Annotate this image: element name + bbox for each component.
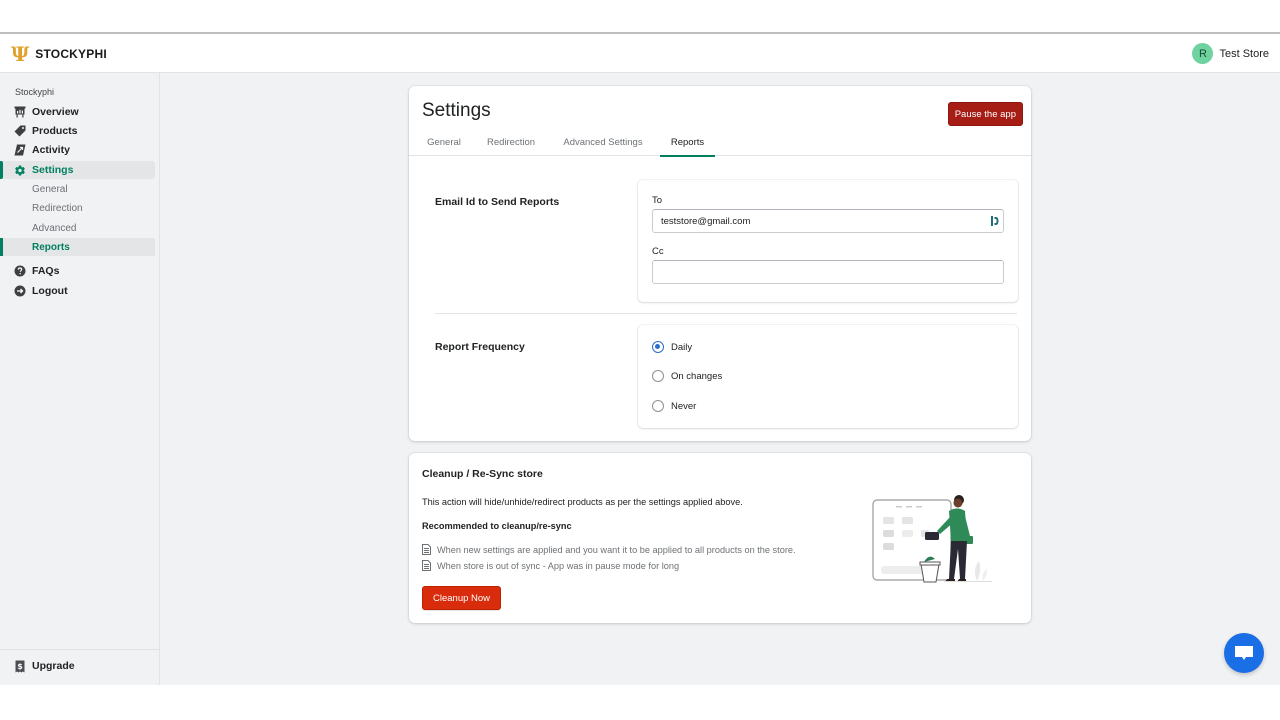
radio-button[interactable]	[652, 370, 664, 382]
sidebar-item-activity[interactable]: Activity	[0, 141, 155, 159]
sidebar-subitem-general[interactable]: General	[0, 180, 155, 198]
recommendation-item: When store is out of sync - App was in p…	[422, 560, 679, 571]
sidebar-item-label: FAQs	[32, 265, 60, 277]
cleanup-title: Cleanup / Re-Sync store	[422, 468, 543, 480]
tab-redirection[interactable]: Redirection	[481, 128, 541, 156]
avatar: R	[1192, 43, 1214, 64]
frequency-options-panel: Daily On changes Never	[638, 325, 1018, 428]
cc-label: Cc	[652, 246, 664, 257]
sidebar-section-title: Stockyphi	[15, 87, 55, 97]
tag-icon	[14, 125, 26, 137]
sidebar-item-settings[interactable]: Settings	[0, 161, 155, 179]
page-title: Settings	[422, 100, 491, 121]
sidebar-footer: $ Upgrade	[0, 649, 159, 685]
pause-app-button[interactable]: Pause the app	[947, 102, 1023, 126]
to-email-value: teststore@gmail.com	[661, 215, 751, 227]
sidebar-item-label: Logout	[32, 285, 68, 297]
chart-board-icon	[14, 106, 26, 118]
sidebar-item-logout[interactable]: Logout	[0, 282, 155, 300]
to-label: To	[652, 195, 663, 206]
radio-daily[interactable]: Daily	[652, 341, 692, 353]
radio-on-changes[interactable]: On changes	[652, 370, 722, 382]
brand-logo[interactable]: Ψ STOCKYPHI	[11, 44, 107, 64]
settings-tabs: General Redirection Advanced Settings Re…	[409, 128, 1031, 157]
app-frame: Ψ STOCKYPHI R Test Store Stockyphi Overv…	[0, 35, 1280, 685]
gear-icon	[14, 164, 26, 176]
recommended-heading: Recommended to cleanup/re-sync	[422, 521, 572, 531]
sidebar-item-label: Settings	[32, 164, 74, 176]
cc-email-input[interactable]	[652, 260, 1004, 284]
sidebar-item-products[interactable]: Products	[0, 122, 155, 140]
svg-text:$: $	[17, 662, 23, 671]
radio-label: Never	[671, 400, 697, 412]
sidebar-item-faqs[interactable]: FAQs	[0, 262, 155, 280]
radio-label: Daily	[671, 341, 693, 353]
settings-card: Settings Pause the app General Redirecti…	[409, 86, 1031, 441]
store-name: Test Store	[1219, 47, 1269, 60]
password-manager-icon[interactable]	[991, 216, 999, 226]
radio-never[interactable]: Never	[652, 400, 696, 412]
activity-icon	[14, 144, 26, 156]
recommendation-text: When store is out of sync - App was in p…	[437, 560, 680, 571]
top-bar: Ψ STOCKYPHI R Test Store	[0, 35, 1280, 73]
email-section-label: Email Id to Send Reports	[435, 196, 560, 208]
sidebar-subitem-reports[interactable]: Reports	[0, 238, 155, 256]
tab-advanced-settings[interactable]: Advanced Settings	[557, 128, 649, 156]
radio-button[interactable]	[652, 400, 664, 412]
section-divider	[435, 313, 1017, 314]
sidebar-item-label: Activity	[32, 144, 70, 156]
email-fields-panel: To teststore@gmail.com Cc	[638, 180, 1018, 302]
sidebar-item-label: Upgrade	[32, 660, 75, 672]
to-email-input[interactable]: teststore@gmail.com	[652, 209, 1004, 233]
logout-icon	[14, 285, 26, 297]
document-icon	[422, 560, 431, 571]
logo-icon: Ψ	[11, 41, 30, 66]
sidebar-item-upgrade[interactable]: $ Upgrade	[0, 657, 155, 675]
user-menu[interactable]: R Test Store	[1192, 43, 1269, 64]
sidebar-subitem-redirection[interactable]: Redirection	[0, 199, 155, 217]
sidebar-item-label: Overview	[32, 106, 79, 118]
tab-reports[interactable]: Reports	[660, 128, 715, 157]
radio-label: On changes	[671, 370, 723, 382]
sidebar-item-label: Products	[32, 125, 78, 137]
sidebar: Stockyphi Overview Products Activity Set…	[0, 73, 160, 685]
browser-top-area	[0, 0, 1280, 34]
radio-button-checked[interactable]	[652, 341, 664, 353]
cleanup-now-button[interactable]: Cleanup Now	[422, 586, 502, 610]
sidebar-subitem-advanced[interactable]: Advanced	[0, 219, 155, 237]
brand-name: STOCKYPHI	[35, 46, 107, 61]
chat-bubble-icon	[1235, 646, 1253, 660]
sidebar-item-overview[interactable]: Overview	[0, 103, 155, 121]
recommendation-item: When new settings are applied and you wa…	[422, 544, 796, 555]
dollar-receipt-icon: $	[14, 660, 26, 672]
question-circle-icon	[14, 265, 26, 277]
recommendation-text: When new settings are applied and you wa…	[437, 544, 796, 555]
chat-widget-button[interactable]	[1224, 633, 1264, 673]
cleanup-description: This action will hide/unhide/redirect pr…	[422, 497, 743, 507]
document-icon	[422, 544, 431, 555]
cleanup-illustration	[872, 495, 992, 583]
frequency-section-label: Report Frequency	[435, 341, 525, 353]
cleanup-card: Cleanup / Re-Sync store This action will…	[409, 453, 1031, 623]
tab-general[interactable]: General	[422, 128, 466, 156]
